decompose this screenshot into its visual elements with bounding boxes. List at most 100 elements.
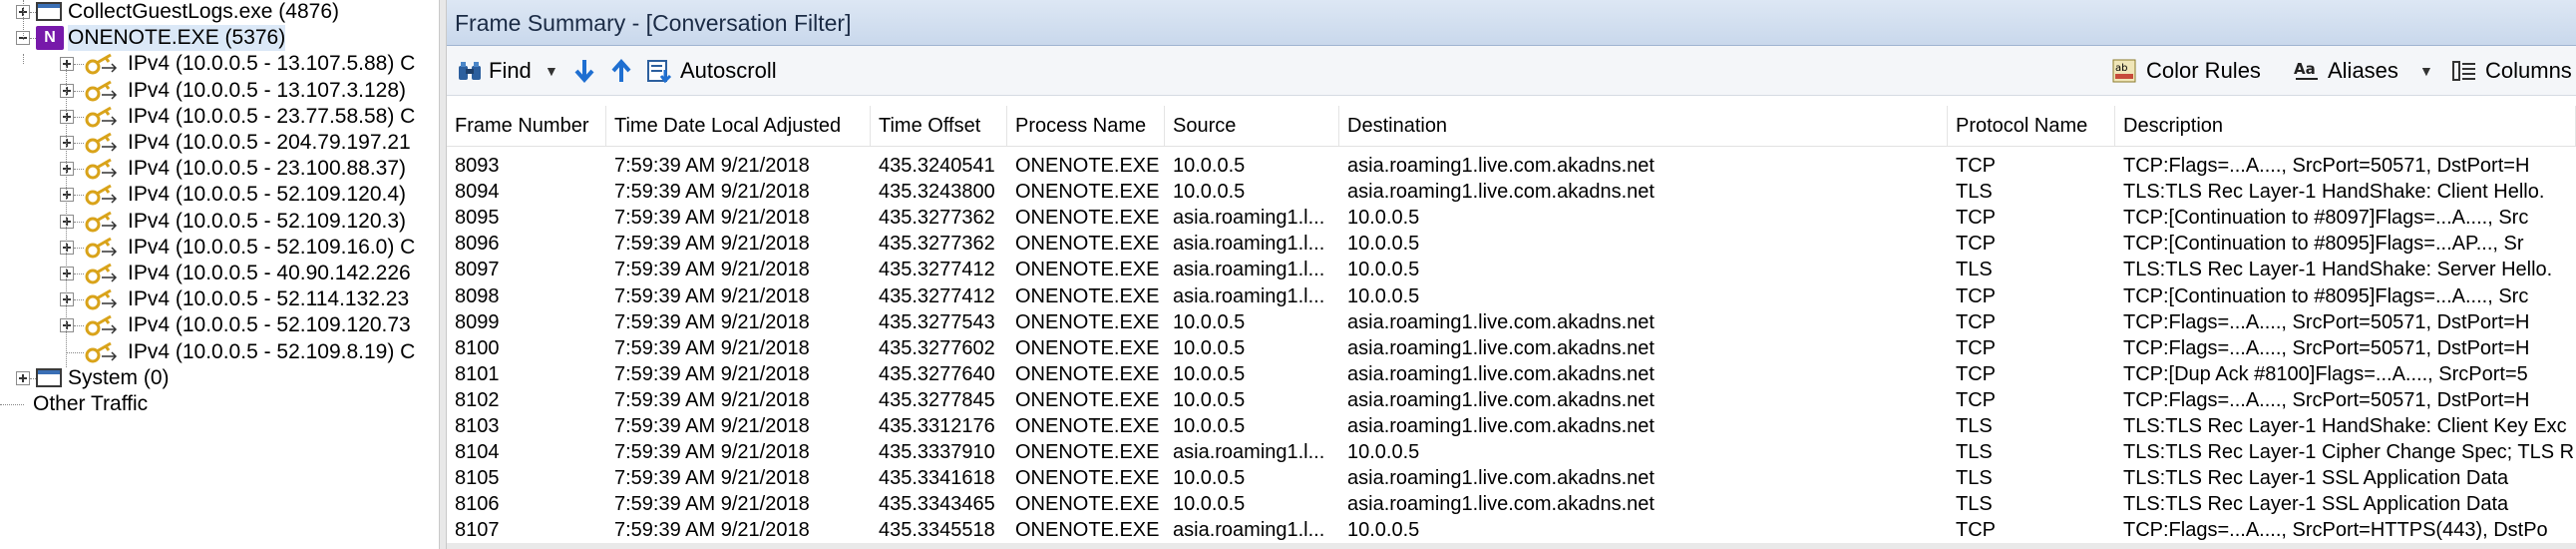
cell-offset: 435.3343465 — [879, 493, 995, 516]
arrow-up-icon[interactable] — [608, 58, 634, 84]
frame-row[interactable]: 8095 7:59:39 AM 9/21/2018 435.3277362 ONENO… — [447, 205, 2576, 231]
cell-offset: 435.3277412 — [879, 259, 995, 281]
conversation-key-icon — [85, 288, 118, 310]
cell-process: ONENOTE.EXE — [1015, 467, 1160, 490]
tree-item-label: CollectGuestLogs.exe (4876) — [68, 0, 339, 23]
expand-toggle-icon[interactable] — [60, 188, 74, 203]
cell-process: ONENOTE.EXE — [1015, 310, 1160, 333]
cell-source: asia.roaming1.l... — [1173, 207, 1325, 230]
find-dropdown-icon[interactable]: ▼ — [545, 46, 558, 96]
frame-row[interactable]: 8098 7:59:39 AM 9/21/2018 435.3277412 ONENO… — [447, 283, 2576, 309]
frame-grid-header: Frame Number Time Date Local Adjusted Ti… — [447, 106, 2576, 147]
cell-protocol: TLS — [1956, 467, 1993, 490]
cell-protocol: TLS — [1956, 259, 1993, 281]
expand-toggle-icon[interactable] — [60, 267, 74, 280]
conversation-key-icon — [85, 185, 118, 206]
frame-row[interactable]: 8106 7:59:39 AM 9/21/2018 435.3343465 ONENO… — [447, 491, 2576, 517]
color-rules-icon: ab — [2112, 59, 2136, 83]
aliases-dropdown-icon[interactable]: ▼ — [2419, 46, 2433, 96]
expand-toggle-icon[interactable] — [60, 318, 74, 333]
expand-toggle-icon[interactable] — [60, 136, 74, 150]
tree-item[interactable]: N ONENOTE.EXE (5376) — [0, 25, 439, 52]
cell-description: TCP:[Continuation to #8095]Flags=...A...… — [2123, 284, 2529, 307]
cell-time: 7:59:39 AM 9/21/2018 — [614, 233, 810, 256]
expand-toggle-icon[interactable] — [60, 162, 74, 177]
tree-item[interactable]: System (0) — [0, 365, 439, 391]
tree-item-label: IPv4 (10.0.0.5 - 52.109.16.0) C — [128, 235, 416, 259]
cell-source: 10.0.0.5 — [1173, 493, 1246, 516]
column-header-source[interactable]: Source — [1165, 106, 1339, 146]
expand-toggle-icon[interactable] — [60, 214, 74, 229]
column-header-destination[interactable]: Destination — [1339, 106, 1948, 146]
cell-process: ONENOTE.EXE — [1015, 336, 1160, 359]
frame-row[interactable]: 8104 7:59:39 AM 9/21/2018 435.3337910 ONENO… — [447, 439, 2576, 465]
conversation-tree[interactable]: CollectGuestLogs.exe (4876) N ONENOTE.EXE … — [0, 0, 439, 549]
frame-row[interactable]: 8099 7:59:39 AM 9/21/2018 435.3277543 ONENO… — [447, 309, 2576, 335]
frame-row[interactable]: 8100 7:59:39 AM 9/21/2018 435.3277602 ONENO… — [447, 335, 2576, 361]
expand-toggle-icon[interactable] — [60, 292, 74, 307]
cell-process: ONENOTE.EXE — [1015, 388, 1160, 411]
horizontal-scrollbar[interactable] — [447, 543, 2576, 549]
cell-frame: 8102 — [455, 388, 500, 411]
cell-description: TLS:TLS Rec Layer-1 Cipher Change Spec; … — [2123, 441, 2575, 464]
cell-source: 10.0.0.5 — [1173, 388, 1246, 411]
column-header-description[interactable]: Description — [2115, 106, 2576, 146]
cell-description: TCP:Flags=...A...., SrcPort=HTTPS(443), … — [2123, 519, 2548, 542]
columns-icon — [2452, 61, 2475, 81]
frame-summary-toolbar: Find ▼ Autoscroll ab Color Rules Aa Alia… — [447, 46, 2576, 96]
tree-item-label: IPv4 (10.0.0.5 - 13.107.3.128) — [128, 78, 407, 102]
tree-item[interactable]: Other Traffic — [0, 391, 439, 417]
column-header-process-name[interactable]: Process Name — [1007, 106, 1165, 146]
column-header-frame-number[interactable]: Frame Number — [447, 106, 606, 146]
cell-source: asia.roaming1.l... — [1173, 519, 1325, 542]
cell-source: 10.0.0.5 — [1173, 467, 1246, 490]
frame-row[interactable]: 8102 7:59:39 AM 9/21/2018 435.3277845 ONENO… — [447, 387, 2576, 413]
cell-description: TLS:TLS Rec Layer-1 HandShake: Client Ke… — [2123, 415, 2567, 437]
cell-protocol: TCP — [1956, 519, 1996, 542]
columns-label: Columns — [2485, 58, 2572, 83]
tree-item-label: System (0) — [68, 365, 170, 389]
cell-time: 7:59:39 AM 9/21/2018 — [614, 493, 810, 516]
cell-time: 7:59:39 AM 9/21/2018 — [614, 259, 810, 281]
frame-row[interactable]: 8096 7:59:39 AM 9/21/2018 435.3277362 ONENO… — [447, 231, 2576, 257]
frame-row[interactable]: 8101 7:59:39 AM 9/21/2018 435.3277640 ONENO… — [447, 361, 2576, 387]
frame-row[interactable]: 8107 7:59:39 AM 9/21/2018 435.3345518 ONENO… — [447, 517, 2576, 543]
cell-time: 7:59:39 AM 9/21/2018 — [614, 336, 810, 359]
tree-item[interactable]: CollectGuestLogs.exe (4876) — [0, 0, 439, 25]
binoculars-icon — [459, 62, 481, 80]
frame-row[interactable]: 8094 7:59:39 AM 9/21/2018 435.3243800 ONENO… — [447, 179, 2576, 205]
cell-process: ONENOTE.EXE — [1015, 415, 1160, 437]
cell-description: TLS:TLS Rec Layer-1 HandShake: Server He… — [2123, 259, 2553, 281]
expand-toggle-icon[interactable] — [60, 57, 74, 72]
cell-process: ONENOTE.EXE — [1015, 284, 1160, 307]
expand-toggle-icon[interactable] — [60, 240, 74, 255]
cell-time: 7:59:39 AM 9/21/2018 — [614, 310, 810, 333]
autoscroll-icon — [647, 60, 672, 84]
arrow-down-icon[interactable] — [571, 58, 597, 84]
frame-row[interactable]: 8105 7:59:39 AM 9/21/2018 435.3341618 ONENO… — [447, 465, 2576, 491]
color-rules-label: Color Rules — [2146, 58, 2261, 83]
frame-row[interactable]: 8103 7:59:39 AM 9/21/2018 435.3312176 ONENO… — [447, 413, 2576, 439]
cell-destination: asia.roaming1.live.com.akadns.net — [1347, 181, 1655, 204]
column-header-time-offset[interactable]: Time Offset — [871, 106, 1007, 146]
column-header-protocol-name[interactable]: Protocol Name — [1948, 106, 2115, 146]
conversation-key-icon — [85, 341, 118, 363]
pane-splitter[interactable] — [439, 0, 447, 549]
cell-destination: asia.roaming1.live.com.akadns.net — [1347, 336, 1655, 359]
frame-row[interactable]: 8097 7:59:39 AM 9/21/2018 435.3277412 ONENO… — [447, 257, 2576, 282]
cell-offset: 435.3337910 — [879, 441, 995, 464]
frame-row[interactable]: 8093 7:59:39 AM 9/21/2018 435.3240541 ONENO… — [447, 153, 2576, 179]
expand-toggle-icon[interactable] — [16, 370, 30, 385]
cell-description: TCP:Flags=...A...., SrcPort=50571, DstPo… — [2123, 388, 2530, 411]
cell-protocol: TCP — [1956, 388, 1996, 411]
cell-protocol: TCP — [1956, 310, 1996, 333]
cell-protocol: TCP — [1956, 362, 1996, 385]
cell-process: ONENOTE.EXE — [1015, 259, 1160, 281]
expand-toggle-icon[interactable] — [60, 83, 74, 98]
expand-toggle-icon[interactable] — [60, 109, 74, 124]
tree-item-label: IPv4 (10.0.0.5 - 52.114.132.23 — [128, 287, 410, 311]
onenote-icon: N — [36, 26, 64, 51]
cell-frame: 8100 — [455, 336, 500, 359]
column-header-time[interactable]: Time Date Local Adjusted — [606, 106, 871, 146]
conversation-key-icon — [85, 315, 118, 336]
